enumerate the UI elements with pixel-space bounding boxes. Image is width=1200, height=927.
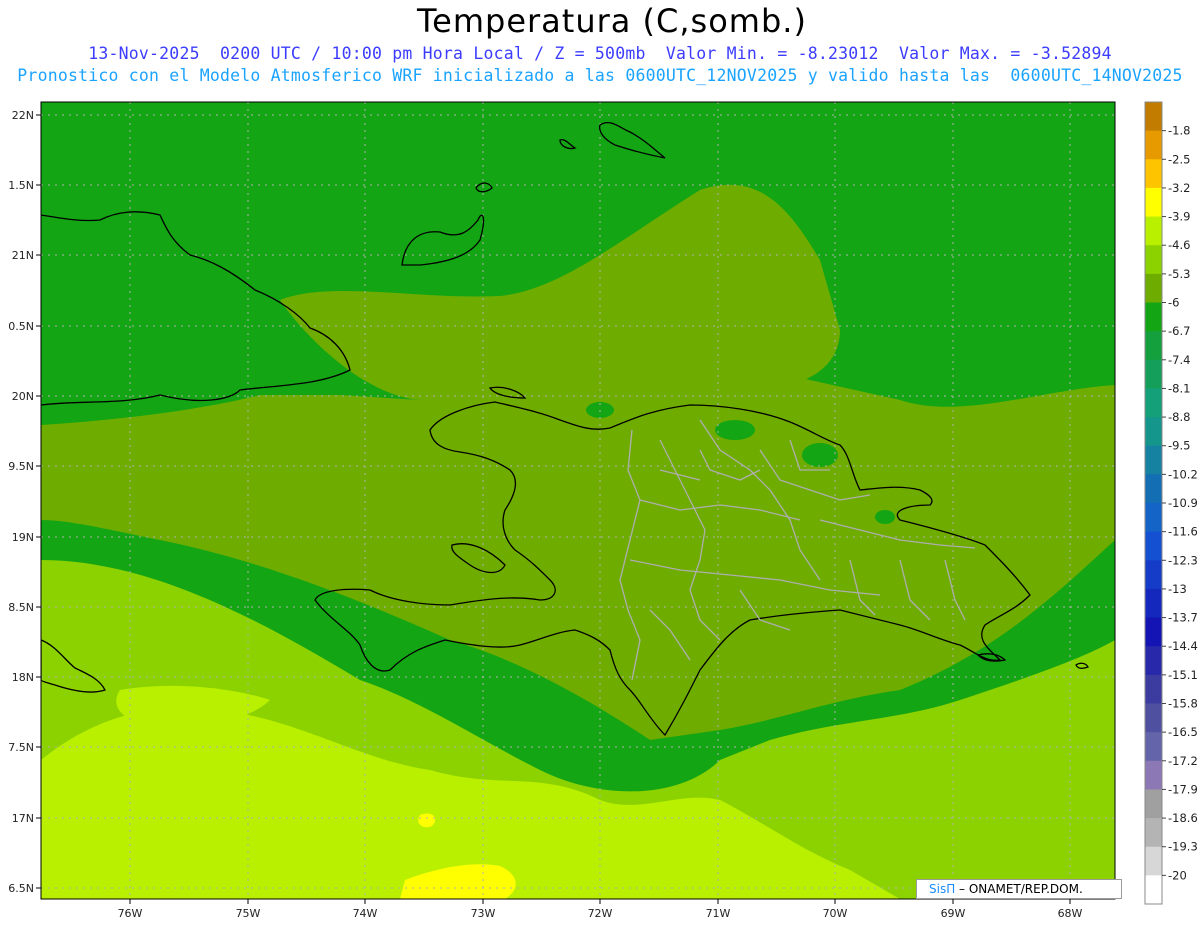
colorbar-swatch bbox=[1145, 245, 1162, 275]
colorbar-label: -17.9 bbox=[1168, 782, 1198, 796]
colorbar-swatch bbox=[1145, 417, 1162, 447]
lat-tick-label: 22N bbox=[12, 109, 34, 122]
credit-box: SisΠ – ONAMET/REP.DOM. bbox=[916, 879, 1122, 899]
colorbar-label: -4.6 bbox=[1168, 238, 1190, 252]
lon-tick-label: 69W bbox=[941, 907, 966, 920]
colorbar-label: -2.5 bbox=[1168, 152, 1190, 166]
colorbar-label: -12.3 bbox=[1168, 553, 1198, 567]
colorbar-swatch bbox=[1145, 818, 1162, 848]
colorbar-label: -5.3 bbox=[1168, 267, 1190, 281]
colorbar-label: -20 bbox=[1168, 868, 1187, 882]
colorbar-swatch bbox=[1145, 588, 1162, 619]
map-panel: 22N 1.5N 21N 0.5N 20N 9.5N 19N 8.5N 18N 7.5N 17N 6.… bbox=[8, 101, 1198, 920]
lat-tick-label: 6.5N bbox=[8, 882, 34, 895]
lat-tick-label: 20N bbox=[12, 390, 34, 403]
colorbar-swatch bbox=[1145, 760, 1162, 790]
colorbar-swatch bbox=[1145, 216, 1162, 246]
lon-tick-label: 70W bbox=[823, 907, 848, 920]
colorbar-label: -10.2 bbox=[1168, 467, 1198, 481]
lon-tick-label: 76W bbox=[118, 907, 143, 920]
colorbar-swatch bbox=[1145, 789, 1162, 819]
latitude-axis: 22N 1.5N 21N 0.5N 20N 9.5N 19N 8.5N 18N 7.5N 17N 6.… bbox=[8, 109, 41, 895]
colorbar-swatch bbox=[1145, 474, 1162, 504]
longitude-axis: 76W 75W 74W 73W 72W 71W 70W 69W 68W bbox=[118, 899, 1083, 920]
colorbar-swatch bbox=[1145, 503, 1162, 533]
colorbar-swatch bbox=[1145, 130, 1162, 160]
colorbar-label: -15.8 bbox=[1168, 697, 1198, 711]
lon-tick-label: 68W bbox=[1058, 907, 1083, 920]
sispi-logo-text: SisΠ bbox=[929, 882, 956, 896]
lat-tick-label: 17N bbox=[12, 812, 34, 825]
lat-tick-label: 0.5N bbox=[8, 320, 34, 333]
colorbar-swatch bbox=[1145, 388, 1162, 418]
colorbar-swatch bbox=[1145, 646, 1162, 676]
colorbar-swatch bbox=[1145, 846, 1162, 876]
colorbar-label: -19.3 bbox=[1168, 840, 1198, 854]
colorbar-label: -13.7 bbox=[1168, 611, 1198, 625]
lat-tick-label: 21N bbox=[12, 249, 34, 262]
colorbar-label: -6.7 bbox=[1168, 324, 1190, 338]
lat-tick-label: 1.5N bbox=[8, 179, 34, 192]
colorbar-swatch bbox=[1145, 732, 1162, 762]
colorbar-label: -6 bbox=[1168, 296, 1179, 310]
lon-tick-label: 71W bbox=[706, 907, 731, 920]
colorbar-swatch bbox=[1145, 331, 1162, 361]
lon-tick-label: 72W bbox=[588, 907, 613, 920]
colorbar-label: -8.1 bbox=[1168, 381, 1190, 395]
colorbar-label: -10.9 bbox=[1168, 496, 1198, 510]
lon-tick-label: 75W bbox=[236, 907, 261, 920]
colorbar-label: -16.5 bbox=[1168, 725, 1198, 739]
colorbar-swatch bbox=[1145, 875, 1162, 905]
colorbar-swatch bbox=[1145, 187, 1162, 218]
colorbar-swatch bbox=[1145, 703, 1162, 733]
colorbar-swatch bbox=[1145, 617, 1162, 647]
colorbar-swatch bbox=[1145, 445, 1162, 475]
colorbar-label: -11.6 bbox=[1168, 525, 1198, 539]
colorbar-swatch bbox=[1145, 102, 1162, 132]
colorbar-swatch bbox=[1145, 560, 1162, 590]
lat-tick-label: 18N bbox=[12, 671, 34, 684]
colorbar-label: -3.9 bbox=[1168, 210, 1190, 224]
colorbar-label: -3.2 bbox=[1168, 181, 1190, 195]
colorbar-label: -8.8 bbox=[1168, 410, 1190, 424]
colorbar-label: -14.4 bbox=[1168, 639, 1198, 653]
colorbar-label: -18.6 bbox=[1168, 811, 1198, 825]
colorbar-label: -15.1 bbox=[1168, 668, 1198, 682]
colorbar-swatch bbox=[1145, 674, 1162, 704]
lat-tick-label: 19N bbox=[12, 531, 34, 544]
colorbar-label: -7.4 bbox=[1168, 353, 1190, 367]
colorbar-swatch bbox=[1145, 359, 1162, 389]
colorbar-swatch bbox=[1145, 531, 1162, 561]
colorbar-label: -9.5 bbox=[1168, 439, 1190, 453]
colorbar: -1.8 -2.5 -3.2 -3.9 -4.6 -5.3 -6 -6.7 -7.4 -8.1 -8… bbox=[1144, 101, 1198, 905]
colorbar-label: -1.8 bbox=[1168, 124, 1190, 138]
lon-tick-label: 73W bbox=[471, 907, 496, 920]
colorbar-swatch bbox=[1145, 302, 1162, 332]
lon-tick-label: 74W bbox=[353, 907, 378, 920]
temperature-field bbox=[41, 102, 1115, 899]
lat-tick-label: 9.5N bbox=[8, 460, 34, 473]
colorbar-label: -17.2 bbox=[1168, 754, 1198, 768]
colorbar-swatch bbox=[1145, 273, 1162, 303]
colorbar-swatch bbox=[1145, 159, 1162, 189]
colorbar-label: -13 bbox=[1168, 582, 1187, 596]
credit-text: – ONAMET/REP.DOM. bbox=[955, 882, 1083, 896]
lat-tick-label: 8.5N bbox=[8, 601, 34, 614]
lat-tick-label: 7.5N bbox=[8, 741, 34, 754]
